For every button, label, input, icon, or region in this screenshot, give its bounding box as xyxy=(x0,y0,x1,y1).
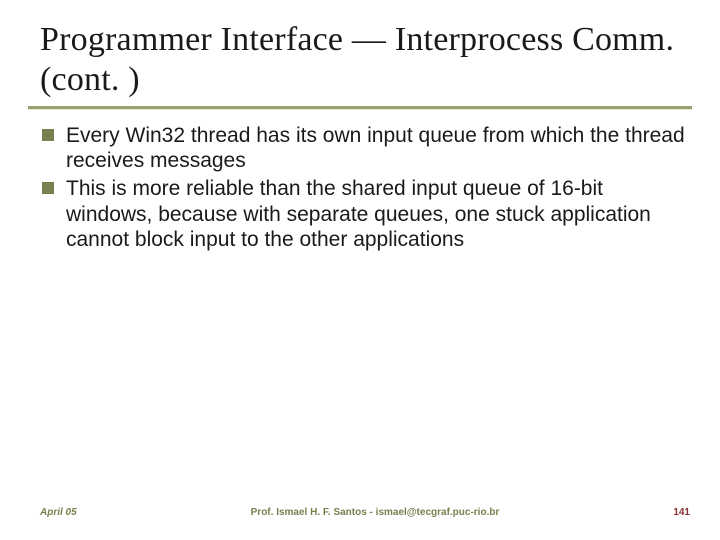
bullet-item: This is more reliable than the shared in… xyxy=(40,176,690,253)
footer-page: 141 xyxy=(673,507,690,518)
bullet-item: Every Win32 thread has its own input que… xyxy=(40,123,690,174)
bullet-text: Every Win32 thread has its own input que… xyxy=(66,124,685,173)
footer-date: April 05 xyxy=(40,507,77,518)
title-rule-wrap xyxy=(28,106,692,109)
bullet-text: This is more reliable than the shared in… xyxy=(66,177,651,251)
bullet-list: Every Win32 thread has its own input que… xyxy=(40,123,690,253)
slide-title: Programmer Interface — Interprocess Comm… xyxy=(40,20,690,100)
title-rule xyxy=(28,106,692,109)
footer: April 05 Prof. Ismael H. F. Santos - ism… xyxy=(40,507,690,518)
slide: Programmer Interface — Interprocess Comm… xyxy=(0,0,720,540)
footer-author: Prof. Ismael H. F. Santos - ismael@tecgr… xyxy=(77,507,674,518)
